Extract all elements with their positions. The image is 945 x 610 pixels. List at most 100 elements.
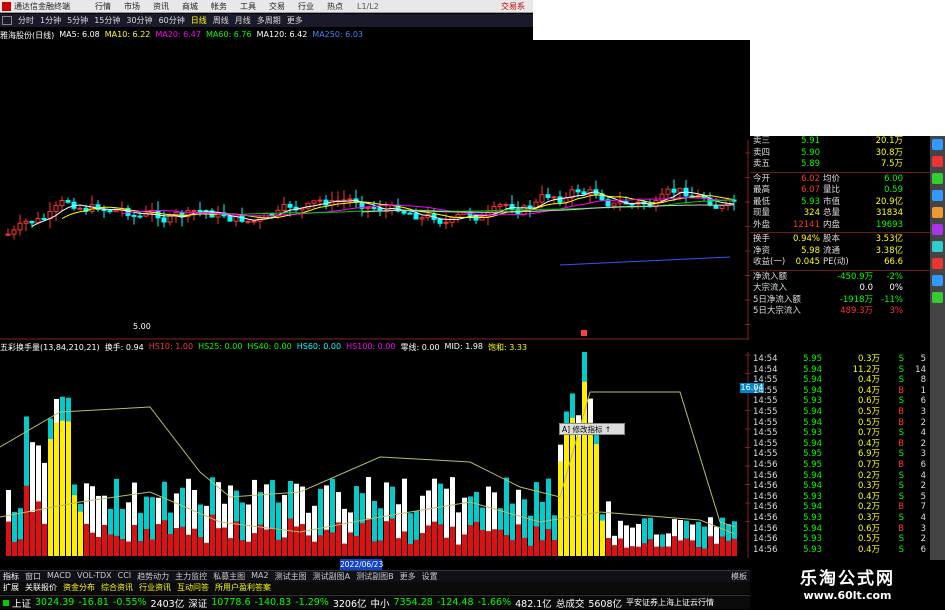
tab-item[interactable]: 测试副图B [356, 571, 394, 582]
news-icon[interactable] [932, 156, 943, 167]
volume-bar-red [240, 540, 245, 556]
tab-item[interactable]: 私募主图 [213, 571, 245, 582]
info-tab[interactable]: 综合资讯 [101, 582, 133, 594]
alert-icon[interactable] [932, 258, 943, 269]
candle [413, 212, 419, 220]
volume-bar-top [378, 508, 383, 541]
tick-side: S [898, 428, 904, 439]
period-6[interactable]: 60分钟 [159, 15, 185, 26]
period-more[interactable]: 更多 [287, 15, 303, 26]
menu-item[interactable]: 商城 [182, 1, 198, 12]
period-3[interactable]: 5分钟 [67, 15, 88, 26]
volume-bar-top [678, 519, 683, 541]
expand-icon[interactable] [2, 16, 12, 25]
tick-volume: 11.2万 [852, 364, 880, 375]
tab-item[interactable]: VOL-TDX [77, 571, 112, 582]
quote-icon[interactable] [932, 139, 943, 150]
menu-item[interactable]: 热点 [327, 1, 343, 12]
tick-side: S [898, 375, 904, 386]
trade-link[interactable]: 交易系 [501, 1, 525, 12]
index-label[interactable]: 上证 [12, 596, 31, 610]
period-1[interactable]: 分时 [18, 15, 34, 26]
tab-item[interactable]: 指标 [3, 571, 19, 582]
volume-bar-red [498, 529, 503, 556]
volume-bar-red [330, 532, 335, 556]
volume-bar-top [84, 483, 89, 524]
modify-indicator-popup[interactable]: A] 修改指标 ↑ [559, 423, 625, 435]
volume-bar-top [204, 505, 209, 543]
tab-item[interactable]: 测试副图A [313, 571, 350, 582]
info-tab[interactable]: 互动问答 [177, 582, 209, 594]
trade-icon[interactable] [932, 292, 943, 303]
period-10[interactable]: 多周期 [257, 15, 281, 26]
f10-icon[interactable] [932, 190, 943, 201]
period-4[interactable]: 15分钟 [94, 15, 120, 26]
tick-time: 14:56 [753, 523, 778, 534]
flow-pct: 3% [889, 306, 904, 316]
info-tab[interactable]: 行业资讯 [139, 582, 171, 594]
tick-side: B [898, 438, 904, 449]
stat-value: 324 [803, 208, 820, 218]
info-tab[interactable]: 所用户盈利答案 [215, 582, 271, 594]
volume-bar-red [306, 535, 311, 556]
menu-item[interactable]: 行情 [95, 1, 111, 12]
tab-item[interactable]: 测试主图 [275, 571, 307, 582]
menu-item[interactable]: 资讯 [153, 1, 169, 12]
period-8[interactable]: 周线 [213, 15, 229, 26]
tab-item[interactable]: 窗口 [25, 571, 41, 582]
tick-list[interactable]: 14:54 5.95 0.3万 S 5 14:54 5.94 11.2万 S 14 14:55 5.9… [750, 354, 930, 559]
volume-bar-top [234, 490, 239, 522]
event-marker-icon [581, 330, 587, 336]
tab-item[interactable]: 趋势动力 [137, 571, 169, 582]
menu-item[interactable]: 帐务 [211, 1, 227, 12]
tick-time: 14:56 [753, 470, 778, 481]
volume-bar-top [306, 512, 311, 536]
tick-side: S [898, 354, 904, 364]
funds-icon[interactable] [932, 207, 943, 218]
volume-bar-top [366, 477, 371, 519]
info-tab[interactable]: 资金分布 [63, 582, 95, 594]
tick-count: 4 [920, 512, 926, 523]
tick-count: 14 [915, 364, 926, 375]
tab-item[interactable]: 更多 [400, 571, 416, 582]
chart-icon[interactable] [932, 173, 943, 184]
stat-label: PE(动) [823, 257, 849, 267]
volume-bar-top [342, 508, 347, 544]
index-change: -16.81 [78, 597, 109, 608]
settings-icon[interactable] [932, 275, 943, 286]
volume-bar-red [348, 532, 353, 556]
date-label: 2022/06/23 [340, 559, 384, 570]
period-5[interactable]: 30分钟 [126, 15, 152, 26]
volume-bar-red [234, 521, 239, 556]
tab-item[interactable]: 主力监控 [175, 571, 207, 582]
index-label[interactable]: 中小 [371, 596, 390, 610]
index-label[interactable]: 深证 [188, 596, 207, 610]
tab-item[interactable]: MACD [47, 571, 71, 582]
candle [77, 207, 83, 210]
info-tab[interactable]: 扩展 [3, 582, 19, 594]
volume-bar-top [108, 508, 113, 535]
ranking-icon[interactable] [932, 241, 943, 252]
tab-item[interactable]: MA2 [251, 571, 268, 582]
menu-item[interactable]: 交易 [269, 1, 285, 12]
period-2[interactable]: 1分钟 [40, 15, 61, 26]
period-9[interactable]: 月线 [235, 15, 251, 26]
menu-item[interactable]: 市场 [124, 1, 140, 12]
menu-item[interactable]: 行业 [298, 1, 314, 12]
ask-label: 卖五 [753, 159, 771, 169]
analysis-icon[interactable] [932, 224, 943, 235]
tick-count: 6 [920, 459, 926, 470]
tab-item[interactable]: CCI [118, 571, 132, 582]
candle [497, 204, 503, 208]
period-daily[interactable]: 日线 [191, 15, 207, 26]
tab-item[interactable]: 设置 [422, 571, 438, 582]
volume-bar-red [336, 522, 341, 556]
template-button[interactable]: 模板 [731, 571, 747, 582]
tick-count: 2 [920, 481, 926, 492]
turnover-volume-chart[interactable]: 20.0018.0016.0014.0012.0010.008.006.004.… [0, 352, 750, 558]
candlestick-chart[interactable]: 7.257.006.756.506.256.005.755.505.255.00 [0, 40, 750, 340]
menu-item[interactable]: 工具 [240, 1, 256, 12]
volume-bar-red [492, 529, 497, 556]
candle [29, 220, 35, 224]
info-tab[interactable]: 关联报价 [25, 582, 57, 594]
